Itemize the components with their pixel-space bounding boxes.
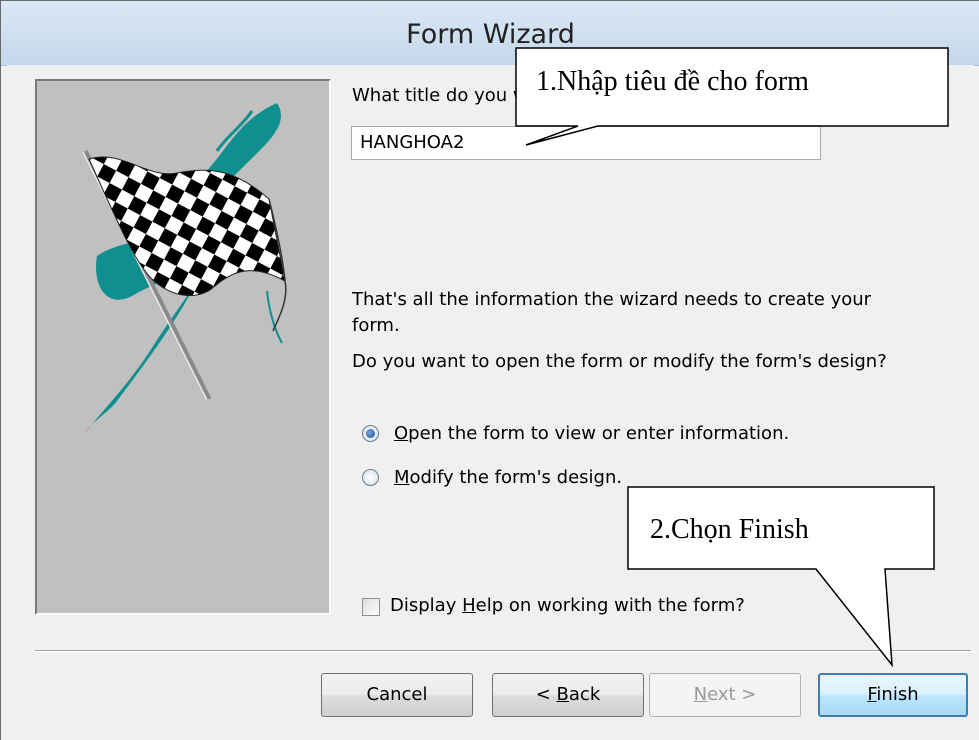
callout-step1-text: 1.Nhập tiêu đề cho form xyxy=(536,66,809,97)
callout-step2-text: 2.Chọn Finish xyxy=(650,514,809,545)
callout-shapes xyxy=(515,47,949,668)
